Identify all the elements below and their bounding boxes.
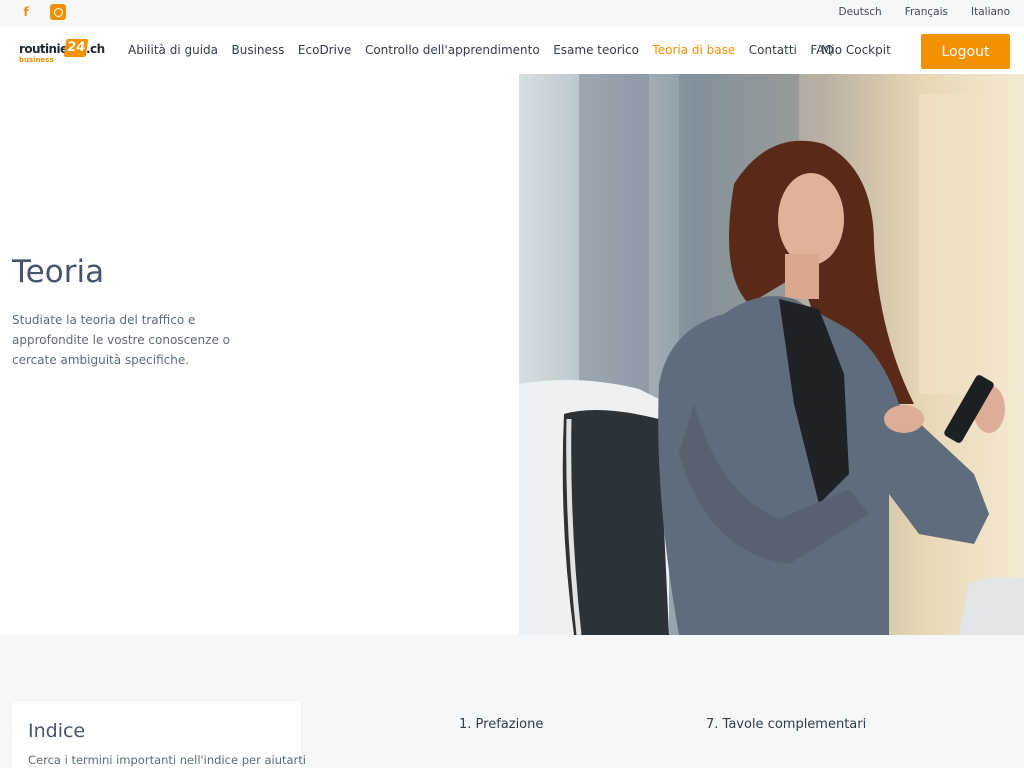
toc-item-tavole-complementari[interactable]: 7. Tavole complementari [706, 717, 866, 732]
facebook-icon[interactable]: f [18, 4, 34, 20]
nav-item-abilita-di-guida[interactable]: Abilità di guida [128, 43, 218, 57]
nav-item-controllo-apprendimento[interactable]: Controllo dell'apprendimento [365, 43, 540, 57]
logo-tld: .ch [86, 42, 105, 56]
content-section: Indice Cerca i termini importanti nell'i… [0, 635, 1024, 768]
page-title: Teoria [12, 254, 105, 290]
index-card-text: Cerca i termini importanti nell'indice p… [28, 753, 306, 767]
my-cockpit-link[interactable]: Mio Cockpit [821, 43, 891, 57]
toc-item-prefazione[interactable]: 1. Prefazione [459, 717, 543, 732]
index-card-title: Indice [28, 720, 86, 742]
instagram-icon[interactable] [50, 4, 66, 20]
index-card[interactable]: Indice Cerca i termini importanti nell'i… [12, 701, 306, 768]
main-navbar: routinier 24 .ch business Abilità di gui… [0, 27, 1024, 74]
nav-item-ecodrive[interactable]: EcoDrive [298, 43, 352, 57]
logout-button[interactable]: Logout [921, 34, 1010, 69]
language-switcher: Deutsch Français Italiano [839, 6, 1011, 18]
lang-francais[interactable]: Français [905, 6, 948, 18]
lang-deutsch[interactable]: Deutsch [839, 6, 882, 18]
nav-item-esame-teorico[interactable]: Esame teorico [553, 43, 639, 57]
top-utility-bar: f Deutsch Français Italiano [0, 0, 1024, 27]
logo-number: 24 [63, 39, 89, 57]
hero-image [519, 74, 1024, 635]
nav-item-business[interactable]: Business [232, 43, 285, 57]
logo-subtitle: business [19, 56, 54, 64]
lang-italiano[interactable]: Italiano [971, 6, 1010, 18]
hero-photo-illustration [519, 74, 1024, 635]
primary-nav: Abilità di guida Business EcoDrive Contr… [128, 43, 847, 57]
nav-item-teoria-di-base[interactable]: Teoria di base [652, 43, 735, 57]
hero-section: Teoria Studiate la teoria del traffico e… [0, 74, 1024, 635]
hero-description: Studiate la teoria del traffico e approf… [12, 313, 230, 367]
brand-logo[interactable]: routinier 24 .ch business [19, 39, 109, 64]
nav-item-contatti[interactable]: Contatti [749, 43, 797, 57]
